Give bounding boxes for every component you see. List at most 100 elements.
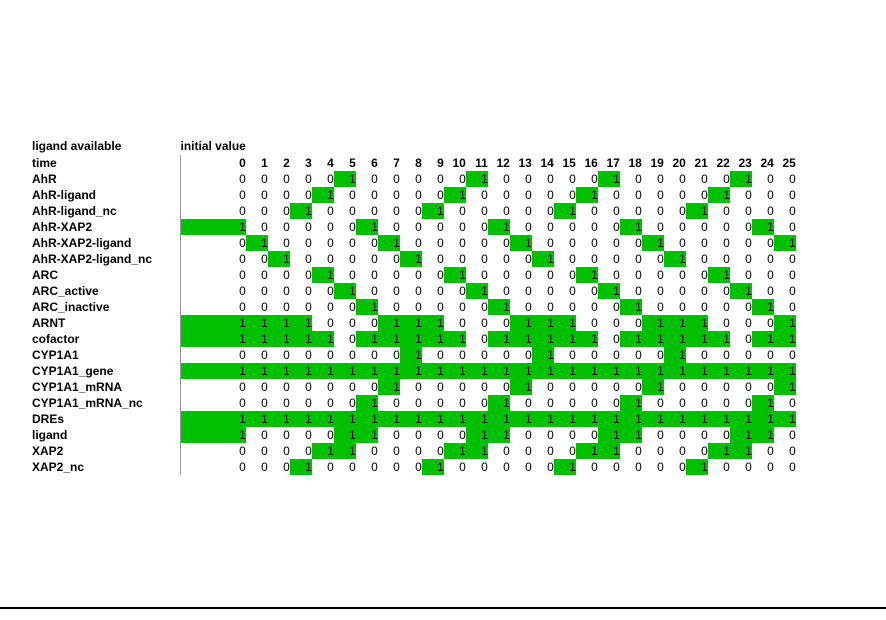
cell-ARC_active-t3: 0 bbox=[289, 283, 312, 299]
cell-AhR-XAP2-ligand-t3: 0 bbox=[289, 235, 312, 251]
cell-CYP1A1_gene-t23: 1 bbox=[729, 363, 752, 379]
cell-ARC_inactive-t12: 1 bbox=[487, 299, 510, 315]
row-label-AhR-XAP2-ligand_nc: AhR-XAP2-ligand_nc bbox=[32, 252, 153, 266]
cell-CYP1A1-t14: 1 bbox=[531, 347, 554, 363]
cell-CYP1A1_gene-t19: 1 bbox=[641, 363, 664, 379]
cell-ARNT-t11: 0 bbox=[465, 315, 488, 331]
row-label-ARC_inactive: ARC_inactive bbox=[32, 300, 110, 314]
cell-ARC_active-t7: 0 bbox=[377, 283, 400, 299]
cell-ARNT-t22: 0 bbox=[707, 315, 730, 331]
cell-CYP1A1_gene-t11: 1 bbox=[465, 363, 488, 379]
cell-ligand-t13: 0 bbox=[509, 427, 532, 443]
cell-CYP1A1-t10: 0 bbox=[443, 347, 466, 363]
row-label-AhR-XAP2: AhR-XAP2 bbox=[32, 220, 93, 234]
cell-DREs-t14: 1 bbox=[531, 411, 554, 427]
cell-CYP1A1-t25: 0 bbox=[773, 347, 796, 363]
cell-ligand-t7: 0 bbox=[377, 427, 400, 443]
cell-DREs-t5: 1 bbox=[333, 411, 356, 427]
cell-XAP2-t0: 0 bbox=[179, 443, 246, 459]
time-tick-9: 9 bbox=[437, 156, 444, 170]
cell-AhR-XAP2-ligand-t15: 0 bbox=[553, 235, 576, 251]
cell-CYP1A1_gene-t13: 1 bbox=[509, 363, 532, 379]
cell-XAP2-t15: 0 bbox=[553, 443, 576, 459]
cell-XAP2-t11: 1 bbox=[465, 443, 488, 459]
cell-ARNT-t8: 1 bbox=[399, 315, 422, 331]
cell-DREs-t13: 1 bbox=[509, 411, 532, 427]
cell-XAP2-t21: 0 bbox=[685, 443, 708, 459]
cell-AhR-XAP2-t24: 1 bbox=[751, 219, 774, 235]
cell-ARNT-t5: 0 bbox=[333, 315, 356, 331]
cell-ARC_active-t0: 0 bbox=[179, 283, 246, 299]
cell-AhR-XAP2-t2: 0 bbox=[267, 219, 290, 235]
cell-AhR-ligand-t9: 0 bbox=[421, 187, 444, 203]
cell-XAP2_nc-t0: 0 bbox=[179, 459, 246, 475]
cell-XAP2-t16: 1 bbox=[575, 443, 598, 459]
cell-ARC_active-t8: 0 bbox=[399, 283, 422, 299]
cell-AhR-XAP2-ligand-t0: 0 bbox=[179, 235, 246, 251]
cell-cofactor-t6: 1 bbox=[355, 331, 378, 347]
cell-ligand-t20: 0 bbox=[663, 427, 686, 443]
cell-AhR-ligand-t21: 0 bbox=[685, 187, 708, 203]
cell-AhR-t5: 1 bbox=[333, 171, 356, 187]
cell-AhR-XAP2-ligand-t17: 0 bbox=[597, 235, 620, 251]
cell-ARNT-t25: 1 bbox=[773, 315, 796, 331]
cell-AhR-XAP2-t1: 0 bbox=[245, 219, 268, 235]
cell-XAP2_nc-t12: 0 bbox=[487, 459, 510, 475]
cell-ARC_active-t6: 0 bbox=[355, 283, 378, 299]
cell-XAP2-t4: 1 bbox=[311, 443, 334, 459]
cell-ARC-t5: 0 bbox=[333, 267, 356, 283]
cell-cofactor-t8: 1 bbox=[399, 331, 422, 347]
cell-AhR-XAP2-ligand_nc-t18: 0 bbox=[619, 251, 642, 267]
cell-ligand-t11: 1 bbox=[465, 427, 488, 443]
cell-ARC_active-t14: 0 bbox=[531, 283, 554, 299]
cell-DREs-t9: 1 bbox=[421, 411, 444, 427]
cell-CYP1A1_gene-t22: 1 bbox=[707, 363, 730, 379]
cell-AhR-ligand_nc-t13: 0 bbox=[509, 203, 532, 219]
cell-ARC_inactive-t10: 0 bbox=[443, 299, 466, 315]
time-tick-25: 25 bbox=[782, 156, 796, 170]
cell-ARC-t13: 0 bbox=[509, 267, 532, 283]
cell-AhR-ligand_nc-t10: 0 bbox=[443, 203, 466, 219]
cell-CYP1A1-t2: 0 bbox=[267, 347, 290, 363]
cell-ARC_inactive-t11: 0 bbox=[465, 299, 488, 315]
cell-XAP2-t17: 1 bbox=[597, 443, 620, 459]
cell-CYP1A1_gene-t17: 1 bbox=[597, 363, 620, 379]
simulation-table-container: ligand available initial value time 0 1 2 3 4… bbox=[32, 137, 796, 475]
cell-AhR-ligand-t5: 0 bbox=[333, 187, 356, 203]
cell-CYP1A1_mRNA_nc-t23: 0 bbox=[729, 395, 752, 411]
cell-AhR-XAP2-t4: 0 bbox=[311, 219, 334, 235]
cell-CYP1A1_mRNA-t2: 0 bbox=[267, 379, 290, 395]
row-label-CYP1A1_mRNA: CYP1A1_mRNA bbox=[32, 380, 123, 394]
cell-CYP1A1_gene-t25: 1 bbox=[773, 363, 796, 379]
cell-AhR-ligand_nc-t9: 1 bbox=[421, 203, 444, 219]
cell-DREs-t17: 1 bbox=[597, 411, 620, 427]
time-tick-3: 3 bbox=[305, 156, 312, 170]
cell-AhR-ligand-t13: 0 bbox=[509, 187, 532, 203]
table-row: cofactor 1 1 1 1 1 0 1 1 1 1 1 0 1 1 1 1 1 0 1 1 1 1 1 0 1 1 bbox=[32, 331, 796, 347]
cell-AhR-XAP2-ligand_nc-t2: 1 bbox=[267, 251, 290, 267]
cell-AhR-XAP2-t3: 0 bbox=[289, 219, 312, 235]
cell-CYP1A1_mRNA_nc-t2: 0 bbox=[267, 395, 290, 411]
cell-ARC-t12: 0 bbox=[487, 267, 510, 283]
row-label-CYP1A1: CYP1A1 bbox=[32, 348, 79, 362]
cell-AhR-XAP2-ligand-t16: 0 bbox=[575, 235, 598, 251]
time-tick-16: 16 bbox=[584, 156, 598, 170]
cell-AhR-ligand_nc-t20: 0 bbox=[663, 203, 686, 219]
cell-ARC_inactive-t21: 0 bbox=[685, 299, 708, 315]
cell-XAP2_nc-t14: 0 bbox=[531, 459, 554, 475]
time-tick-10: 10 bbox=[452, 156, 466, 170]
cell-DREs-t21: 1 bbox=[685, 411, 708, 427]
cell-ARC_active-t20: 0 bbox=[663, 283, 686, 299]
cell-AhR-ligand-t15: 0 bbox=[553, 187, 576, 203]
cell-ARC_active-t10: 0 bbox=[443, 283, 466, 299]
cell-AhR-XAP2-ligand_nc-t1: 0 bbox=[245, 251, 268, 267]
cell-CYP1A1_mRNA_nc-t15: 0 bbox=[553, 395, 576, 411]
cell-ARC_active-t5: 1 bbox=[333, 283, 356, 299]
cell-CYP1A1-t17: 0 bbox=[597, 347, 620, 363]
cell-ARNT-t17: 0 bbox=[597, 315, 620, 331]
cell-AhR-XAP2-ligand-t6: 0 bbox=[355, 235, 378, 251]
cell-CYP1A1_mRNA-t5: 0 bbox=[333, 379, 356, 395]
title-row: ligand available initial value bbox=[32, 137, 796, 155]
row-label-XAP2_nc: XAP2_nc bbox=[32, 460, 85, 474]
cell-AhR-ligand_nc-t6: 0 bbox=[355, 203, 378, 219]
